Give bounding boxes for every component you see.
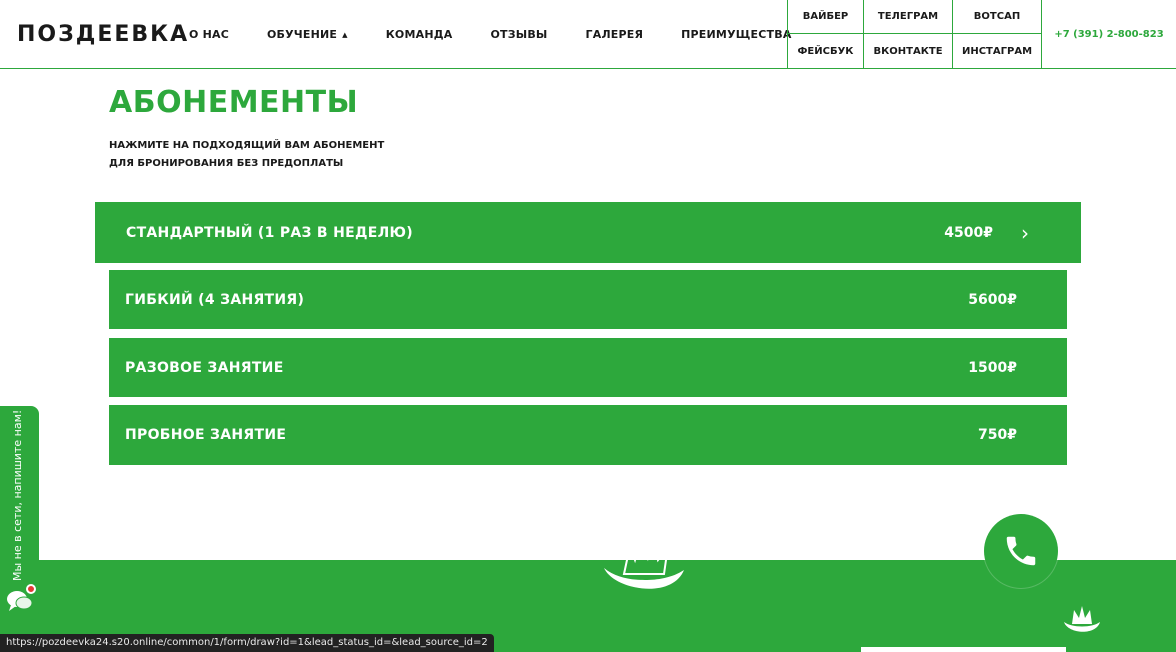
nav-item-label: ОТЗЫВЫ: [490, 28, 548, 41]
main-nav: О НАС ОБУЧЕНИЕ ▲ КОМАНДА ОТЗЫВЫ ГАЛЕРЕЯ …: [189, 0, 830, 69]
chat-widget[interactable]: Мы не в сети, напишите нам!: [0, 406, 39, 620]
chat-status-text: Мы не в сети, напишите нам!: [11, 409, 24, 581]
site-logo[interactable]: ПОЗДЕЕВКА: [17, 22, 189, 47]
tariff-card-standard[interactable]: СТАНДАРТНЫЙ (1 РАЗ В НЕДЕЛЮ) 4500₽ ›: [95, 202, 1081, 263]
nav-item-label: ОБУЧЕНИЕ: [266, 28, 338, 41]
social-link-instagram[interactable]: ИНСТАГРАМ: [952, 34, 1042, 68]
lotus-icon: [1064, 606, 1100, 632]
tariff-name: ПРОБНОЕ ЗАНЯТИЕ: [125, 427, 287, 443]
nav-item-team[interactable]: КОМАНДА: [386, 28, 453, 41]
site-header: ПОЗДЕЕВКА О НАС ОБУЧЕНИЕ ▲ КОМАНДА ОТЗЫВ…: [0, 0, 1176, 69]
nav-item-training[interactable]: ОБУЧЕНИЕ ▲: [267, 28, 348, 41]
tariff-name: ГИБКИЙ (4 ЗАНЯТИЯ): [125, 291, 305, 308]
nav-item-label: КОМАНДА: [385, 28, 453, 41]
footer-input-box: [861, 647, 1066, 652]
page-title: АБОНЕМЕНТЫ: [109, 85, 359, 120]
chevron-right-icon: ›: [1021, 220, 1029, 245]
nav-item-advantages[interactable]: ПРЕИМУЩЕСТВА: [681, 28, 791, 41]
social-links-grid: ВАЙБЕР ТЕЛЕГРАМ ВОТСАП ФЕЙСБУК ВКОНТАКТЕ…: [787, 0, 1042, 69]
social-link-whatsapp[interactable]: ВОТСАП: [952, 0, 1042, 34]
page-subtitle: НАЖМИТЕ НА ПОДХОДЯЩИЙ ВАМ АБОНЕМЕНТ ДЛЯ …: [109, 137, 429, 173]
social-link-viber[interactable]: ВАЙБЕР: [787, 0, 863, 34]
nav-item-reviews[interactable]: ОТЗЫВЫ: [490, 28, 547, 41]
caret-up-icon: ▲: [342, 30, 348, 39]
nav-item-label: ГАЛЕРЕЯ: [585, 28, 644, 41]
nav-item-label: ПРЕИМУЩЕСТВА: [681, 28, 792, 41]
tariff-card-flexible[interactable]: ГИБКИЙ (4 ЗАНЯТИЯ) 5600₽: [109, 270, 1067, 329]
tariff-name: СТАНДАРТНЫЙ (1 РАЗ В НЕДЕЛЮ): [126, 224, 413, 241]
tariff-price: 750₽: [978, 427, 1017, 443]
phone-icon: [1006, 536, 1036, 566]
nav-item-about[interactable]: О НАС: [189, 28, 229, 41]
tariff-name: РАЗОВОЕ ЗАНЯТИЕ: [125, 359, 284, 376]
social-link-telegram[interactable]: ТЕЛЕГРАМ: [863, 0, 952, 34]
tariff-card-trial[interactable]: ПРОБНОЕ ЗАНЯТИЕ 750₽: [109, 405, 1067, 465]
call-button[interactable]: [984, 514, 1058, 588]
nav-item-gallery[interactable]: ГАЛЕРЕЯ: [586, 28, 644, 41]
lotus-icon: [604, 532, 684, 589]
tariff-price: 1500₽: [968, 359, 1017, 376]
tariff-price: 4500₽: [944, 224, 993, 241]
notification-badge: [26, 584, 36, 594]
subtitle-line: ДЛЯ БРОНИРОВАНИЯ БЕЗ ПРЕДОПЛАТЫ: [109, 158, 344, 169]
phone-link[interactable]: +7 (391) 2-800-823: [1042, 0, 1176, 69]
tariff-price: 5600₽: [968, 291, 1017, 308]
social-link-facebook[interactable]: ФЕЙСБУК: [787, 34, 863, 68]
social-link-vkontakte[interactable]: ВКОНТАКТЕ: [863, 34, 952, 68]
nav-item-label: О НАС: [189, 28, 229, 41]
subtitle-line: НАЖМИТЕ НА ПОДХОДЯЩИЙ ВАМ АБОНЕМЕНТ: [109, 140, 385, 151]
status-bar-url: https://pozdeevka24.s20.online/common/1/…: [0, 634, 494, 652]
tariff-card-single[interactable]: РАЗОВОЕ ЗАНЯТИЕ 1500₽: [109, 338, 1067, 397]
